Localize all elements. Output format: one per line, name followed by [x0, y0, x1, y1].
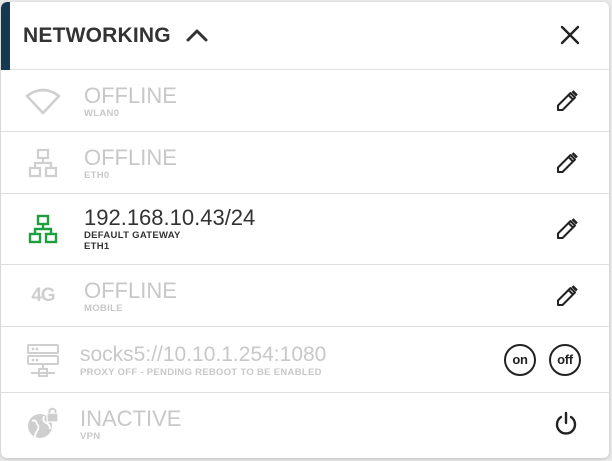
interface-row-eth0: OFFLINE ETH0 — [1, 132, 609, 194]
wifi-icon — [25, 83, 61, 119]
interface-row-mobile: 4G OFFLINE MOBILE — [1, 265, 609, 327]
interface-status: OFFLINE — [84, 145, 177, 170]
edit-wlan0-button[interactable] — [553, 87, 581, 115]
proxy-on-button[interactable]: on — [504, 343, 536, 376]
interface-row-eth1: 192.168.10.43/24 DEFAULT GATEWAY ETH1 — [1, 194, 609, 265]
ethernet-icon — [25, 145, 61, 181]
proxy-address: socks5://10.10.1.254:1080 — [80, 343, 327, 366]
interface-label: WLAN0 — [84, 108, 120, 119]
vpn-label: VPN — [80, 431, 101, 442]
interface-label-secondary: ETH1 — [84, 241, 110, 252]
interface-label: MOBILE — [84, 303, 123, 314]
ethernet-icon — [25, 211, 61, 247]
edit-eth1-button[interactable] — [553, 215, 581, 243]
chevron-up-icon[interactable] — [185, 24, 209, 48]
interface-label: ETH0 — [84, 170, 110, 181]
interface-label: DEFAULT GATEWAY — [84, 230, 181, 241]
edit-mobile-button[interactable] — [553, 282, 581, 310]
networking-panel: NETWORKING OFFLINE WLAN0 OFFLINE ETH0 19… — [1, 2, 609, 458]
vpn-row: INACTIVE VPN — [1, 393, 609, 455]
proxy-note: PROXY OFF - PENDING REBOOT TO BE ENABLED — [80, 367, 322, 378]
panel-title: NETWORKING — [23, 23, 171, 47]
vpn-globe-lock-icon — [25, 406, 61, 442]
interface-status: OFFLINE — [84, 83, 177, 108]
4g-icon: 4G — [31, 284, 55, 306]
interface-status: OFFLINE — [84, 278, 177, 303]
vpn-status: INACTIVE — [80, 406, 182, 431]
proxy-off-button[interactable]: off — [549, 343, 581, 376]
close-icon[interactable] — [557, 22, 583, 48]
panel-header: NETWORKING — [1, 2, 609, 70]
server-icon — [25, 342, 61, 378]
power-icon[interactable] — [551, 409, 581, 439]
edit-eth0-button[interactable] — [553, 149, 581, 177]
interface-row-wlan0: OFFLINE WLAN0 — [1, 70, 609, 132]
proxy-row: socks5://10.10.1.254:1080 PROXY OFF - PE… — [1, 327, 609, 393]
interface-address: 192.168.10.43/24 — [84, 205, 256, 230]
accent-bar — [1, 2, 10, 70]
